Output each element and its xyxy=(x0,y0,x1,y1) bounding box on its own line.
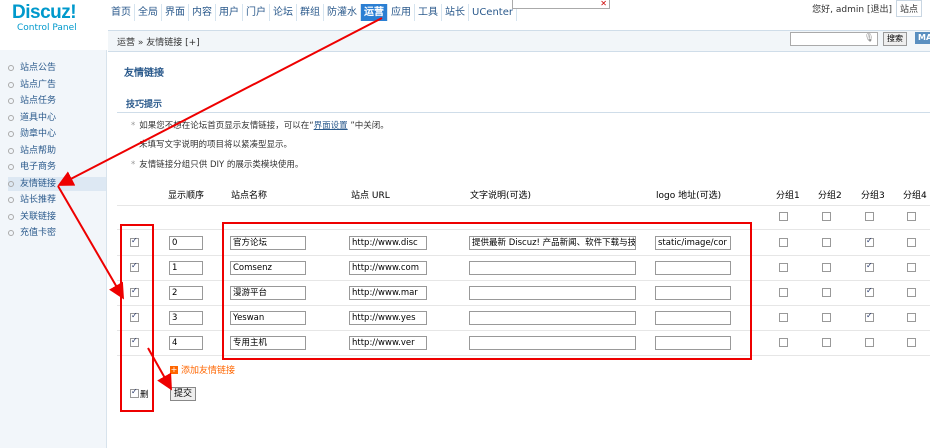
arrow-nav-to-sidebar xyxy=(57,17,383,186)
annotation-arrows xyxy=(57,17,383,391)
arrow-sidebar-to-checkboxes xyxy=(57,185,125,300)
arrow-to-submit xyxy=(147,347,172,391)
